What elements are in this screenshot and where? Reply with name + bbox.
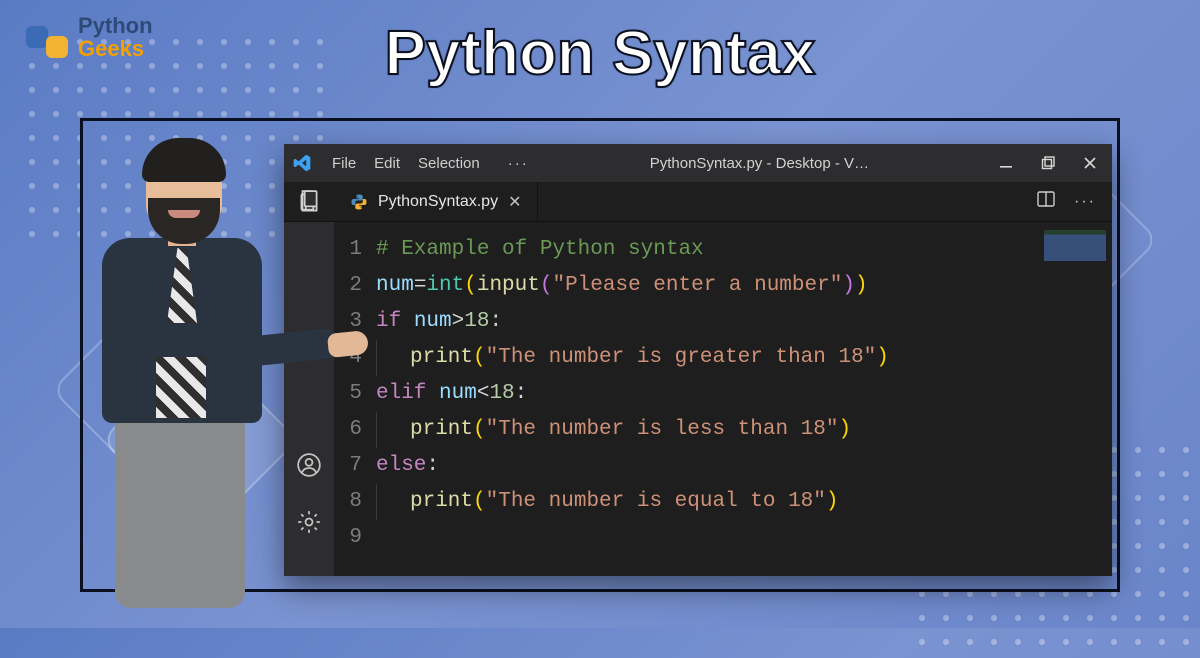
gutter-line-number: 9 [334, 520, 376, 556]
window-title: PythonSyntax.py - Desktop - V… [535, 155, 984, 172]
brand-logo: Python Geeks [26, 14, 153, 60]
code-line-1: 1 # Example of Python syntax [334, 232, 1112, 268]
split-editor-icon[interactable] [1036, 189, 1056, 214]
vscode-editor[interactable]: 1 # Example of Python syntax 2 num=int(i… [334, 222, 1112, 576]
editor-tab-filename: PythonSyntax.py [378, 193, 498, 211]
brand-name-line1: Python [78, 14, 153, 37]
page-title: Python Syntax [385, 18, 816, 89]
vscode-window: File Edit Selection ··· PythonSyntax.py … [284, 144, 1112, 576]
code-line-9: 9 [334, 520, 1112, 556]
menu-more-icon[interactable]: ··· [508, 155, 529, 172]
window-close-icon[interactable] [1082, 155, 1098, 171]
gutter-line-number: 6 [334, 412, 376, 448]
more-actions-icon[interactable]: ··· [1074, 193, 1096, 211]
vscode-tabs-row: PythonSyntax.py ✕ ··· [284, 182, 1112, 222]
window-maximize-icon[interactable] [1040, 155, 1056, 171]
gutter-line-number: 8 [334, 484, 376, 520]
code-line-5: 5 elif num<18: [334, 376, 1112, 412]
code-line-7: 7 else: [334, 448, 1112, 484]
code-line-6: 6 print("The number is less than 18") [334, 412, 1112, 448]
brand-logo-text: Python Geeks [78, 14, 153, 60]
close-tab-icon[interactable]: ✕ [508, 192, 521, 212]
menu-edit[interactable]: Edit [374, 155, 400, 172]
minimap[interactable] [1044, 230, 1106, 274]
presenter-illustration [60, 128, 300, 608]
code-line-3: 3 if num>18: [334, 304, 1112, 340]
code-line-4: 4 print("The number is greater than 18") [334, 340, 1112, 376]
menu-selection[interactable]: Selection [418, 155, 480, 172]
gutter-line-number: 1 [334, 232, 376, 268]
gutter-line-number: 7 [334, 448, 376, 484]
vscode-body: 1 # Example of Python syntax 2 num=int(i… [284, 222, 1112, 576]
gutter-line-number: 5 [334, 376, 376, 412]
window-minimize-icon[interactable] [998, 155, 1014, 171]
code-line-2: 2 num=int(input("Please enter a number")… [334, 268, 1112, 304]
editor-tab[interactable]: PythonSyntax.py ✕ [334, 182, 538, 221]
brand-name-line2: Geeks [78, 37, 153, 60]
vscode-title-bar: File Edit Selection ··· PythonSyntax.py … [284, 144, 1112, 182]
gutter-line-number: 2 [334, 268, 376, 304]
brand-logo-mark [26, 16, 68, 58]
code-line-8: 8 print("The number is equal to 18") [334, 484, 1112, 520]
python-file-icon [350, 193, 368, 211]
menu-file[interactable]: File [332, 155, 356, 172]
